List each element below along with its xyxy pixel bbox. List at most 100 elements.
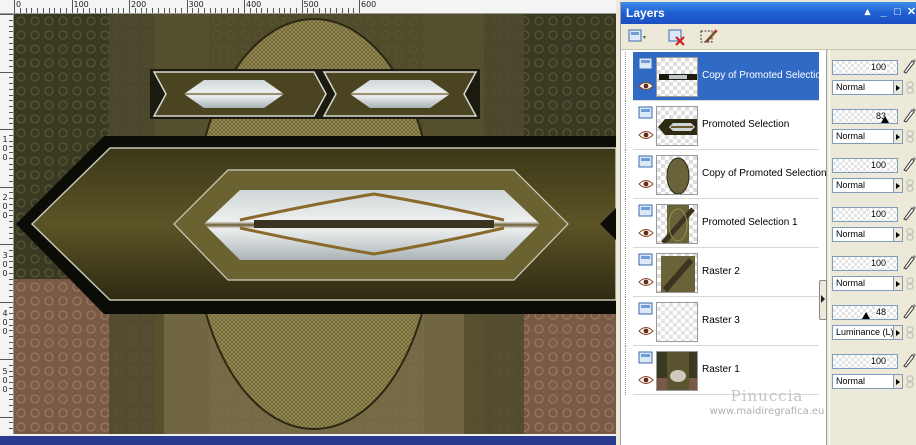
layer-name: Raster 3 xyxy=(702,315,740,326)
panel-title-bar[interactable]: Layers ▴ _ □ ✕ xyxy=(621,2,916,24)
edit-pen-icon[interactable] xyxy=(902,254,916,270)
blend-mode-select[interactable]: Normal xyxy=(832,129,894,144)
layer-props-row: 48 Luminance (L) xyxy=(830,297,916,346)
blend-mode-select[interactable]: Normal xyxy=(832,227,894,242)
ruler-tick xyxy=(0,244,13,245)
ruler-label: 0 xyxy=(2,211,8,220)
layer-thumbnail xyxy=(656,302,698,342)
ruler-label: 0 xyxy=(2,269,8,278)
edit-pen-icon[interactable] xyxy=(902,107,916,123)
layer-name: Promoted Selection xyxy=(702,119,790,130)
layer-thumbnail xyxy=(656,253,698,293)
layer-row[interactable]: Promoted Selection 1 xyxy=(625,199,819,248)
layers-panel: Layers ▴ _ □ ✕ Copy of Promoted Selectio… xyxy=(620,2,916,445)
ruler-label: 200 xyxy=(131,0,147,9)
ruler-label: 0 xyxy=(16,0,22,9)
opacity-slider-handle[interactable] xyxy=(881,116,889,123)
layer-row[interactable]: Promoted Selection xyxy=(625,101,819,150)
close-icon[interactable]: ✕ xyxy=(905,6,916,19)
layer-row[interactable]: Copy of Promoted Selection xyxy=(625,52,827,101)
blend-mode-select[interactable]: Normal xyxy=(832,374,894,389)
blend-mode-arrow-icon[interactable] xyxy=(893,227,903,242)
panel-title: Layers xyxy=(626,6,665,20)
visibility-eye-icon[interactable] xyxy=(638,325,654,337)
blend-mode-select[interactable]: Normal xyxy=(832,276,894,291)
new-layer-icon[interactable] xyxy=(625,27,647,47)
layer-thumbnail xyxy=(656,204,698,244)
edit-pen-icon[interactable] xyxy=(902,303,916,319)
pin-icon[interactable]: ▴ xyxy=(861,6,874,19)
tree-line xyxy=(625,248,626,297)
blend-mode-arrow-icon[interactable] xyxy=(893,276,903,291)
minimize-icon[interactable]: _ xyxy=(877,6,890,19)
link-icon[interactable] xyxy=(905,277,916,290)
visibility-eye-icon[interactable] xyxy=(638,227,654,239)
opacity-slider[interactable]: 100 xyxy=(832,60,898,75)
layer-row[interactable]: Raster 3 xyxy=(625,297,819,346)
opacity-value: 48 xyxy=(874,307,887,317)
blend-mode-arrow-icon[interactable] xyxy=(893,178,903,193)
blend-mode-select[interactable]: Luminance (L) xyxy=(832,325,894,340)
horizontal-ruler: 0 100 200 300 400 500 600 xyxy=(0,0,616,14)
visibility-eye-icon[interactable] xyxy=(638,80,654,92)
raster-layer-icon xyxy=(638,155,654,169)
edit-pen-icon[interactable] xyxy=(902,156,916,172)
layer-row[interactable]: Raster 2 xyxy=(625,248,819,297)
blend-mode-arrow-icon[interactable] xyxy=(893,129,903,144)
ruler-label: 4 xyxy=(2,309,8,318)
edit-selection-icon[interactable] xyxy=(697,27,719,47)
opacity-slider[interactable]: 100 xyxy=(832,256,898,271)
layer-thumbnail xyxy=(656,351,698,391)
ruler-label: 300 xyxy=(188,0,204,9)
ruler-label: 0 xyxy=(2,318,8,327)
image-canvas[interactable] xyxy=(14,14,616,434)
raster-layer-icon xyxy=(638,204,654,218)
canvas-scrollbar[interactable] xyxy=(0,434,616,445)
layer-row[interactable]: Copy of Promoted Selection xyxy=(625,150,827,199)
ruler-label: 3 xyxy=(2,251,8,260)
layer-thumbnail xyxy=(656,155,698,195)
visibility-eye-icon[interactable] xyxy=(638,374,654,386)
opacity-slider[interactable]: 100 xyxy=(832,354,898,369)
restore-icon[interactable]: □ xyxy=(891,6,904,19)
link-icon[interactable] xyxy=(905,375,916,388)
ruler-label: 0 xyxy=(2,385,8,394)
opacity-slider[interactable]: 100 xyxy=(832,207,898,222)
edit-pen-icon[interactable] xyxy=(902,58,916,74)
raster-layer-icon xyxy=(638,351,654,365)
visibility-eye-icon[interactable] xyxy=(638,129,654,141)
layer-name: Raster 1 xyxy=(702,364,740,375)
layer-props-row: 83 Normal xyxy=(830,101,916,150)
ruler-label: 2 xyxy=(2,193,8,202)
ruler-tick xyxy=(0,14,13,15)
ruler-label: 0 xyxy=(2,153,8,162)
visibility-eye-icon[interactable] xyxy=(638,276,654,288)
tree-line xyxy=(625,346,626,395)
layer-props-row: 100 Normal xyxy=(830,199,916,248)
vertical-ruler: 100200300400500 xyxy=(0,14,14,445)
opacity-slider[interactable]: 100 xyxy=(832,158,898,173)
edit-pen-icon[interactable] xyxy=(902,205,916,221)
blend-mode-select[interactable]: Normal xyxy=(832,80,894,95)
blend-mode-arrow-icon[interactable] xyxy=(893,325,903,340)
delete-layer-icon[interactable] xyxy=(665,27,687,47)
link-icon[interactable] xyxy=(905,326,916,339)
ruler-label: 0 xyxy=(2,144,8,153)
link-icon[interactable] xyxy=(905,179,916,192)
blend-mode-arrow-icon[interactable] xyxy=(893,80,903,95)
ruler-label: 400 xyxy=(246,0,262,9)
opacity-slider[interactable]: 48 xyxy=(832,305,898,320)
blend-mode-select[interactable]: Normal xyxy=(832,178,894,193)
panel-splitter[interactable] xyxy=(819,280,827,320)
blend-mode-arrow-icon[interactable] xyxy=(893,374,903,389)
opacity-slider-handle[interactable] xyxy=(862,312,870,319)
opacity-value: 100 xyxy=(869,209,887,219)
opacity-slider[interactable]: 83 xyxy=(832,109,898,124)
link-icon[interactable] xyxy=(905,130,916,143)
link-icon[interactable] xyxy=(905,81,916,94)
visibility-eye-icon[interactable] xyxy=(638,178,654,190)
layer-row[interactable]: Raster 1 xyxy=(625,346,819,395)
edit-pen-icon[interactable] xyxy=(902,352,916,368)
link-icon[interactable] xyxy=(905,228,916,241)
layer-thumbnail xyxy=(656,106,698,146)
